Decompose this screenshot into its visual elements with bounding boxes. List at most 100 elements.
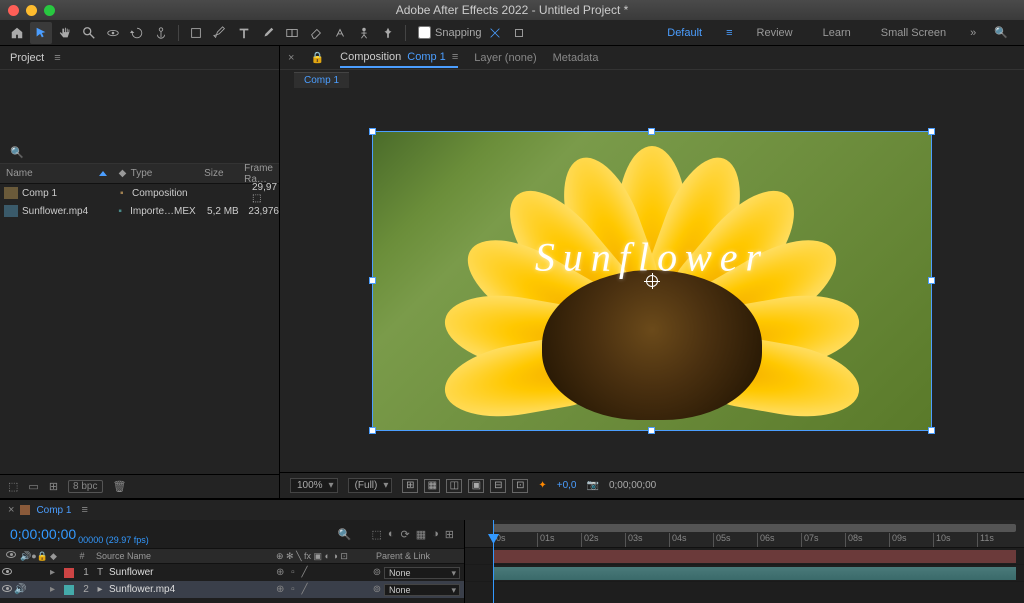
workspace-learn[interactable]: Learn bbox=[817, 25, 857, 41]
workspace-more-icon[interactable]: » bbox=[970, 27, 976, 39]
track-1[interactable] bbox=[465, 548, 1024, 565]
bpc-button[interactable]: 8 bpc bbox=[68, 480, 102, 493]
anchor-tool[interactable] bbox=[150, 22, 172, 44]
project-search-input[interactable] bbox=[24, 145, 269, 160]
workspace-menu-icon[interactable]: ≡ bbox=[726, 27, 732, 39]
zoom-dropdown[interactable]: 100% bbox=[290, 478, 338, 493]
interpret-icon[interactable]: ⬚ bbox=[8, 480, 18, 493]
maximize-window-button[interactable] bbox=[44, 5, 55, 16]
close-window-button[interactable] bbox=[8, 5, 19, 16]
timeline-close-icon[interactable]: × bbox=[8, 504, 14, 516]
tab-menu-icon[interactable]: ≡ bbox=[452, 51, 458, 63]
metadata-tab[interactable]: Metadata bbox=[553, 52, 599, 64]
comp-mini-flowchart-icon[interactable]: ⬚ bbox=[371, 528, 381, 541]
handle-bl[interactable] bbox=[369, 427, 376, 434]
lock-icon[interactable]: 🔒 bbox=[310, 51, 324, 64]
current-timecode[interactable]: 0;00;00;00 bbox=[10, 526, 76, 542]
pickwhip-icon[interactable]: ⊚ bbox=[370, 567, 384, 578]
shape-tool[interactable] bbox=[185, 22, 207, 44]
project-item-comp[interactable]: Comp 1 ▪ Composition 29,97 ⬚ bbox=[0, 184, 279, 202]
timeline-search-icon[interactable]: 🔍 bbox=[338, 528, 352, 541]
roto-tool[interactable] bbox=[329, 22, 351, 44]
col-type[interactable]: Type bbox=[125, 168, 199, 179]
anchor-point-icon[interactable] bbox=[646, 275, 658, 287]
time-ruler[interactable]: 0s01s02s03s04s05s06s07s08s09s10s11s bbox=[465, 520, 1024, 548]
motion-blur-icon[interactable]: ◑ bbox=[432, 528, 439, 541]
handle-tr[interactable] bbox=[928, 128, 935, 135]
eraser-tool[interactable] bbox=[305, 22, 327, 44]
col-label[interactable]: ◆ bbox=[113, 168, 125, 179]
layer-switches[interactable]: ⊕ ▫ ╱ bbox=[270, 584, 370, 595]
home-button[interactable] bbox=[6, 22, 28, 44]
composition-tab[interactable]: Composition Comp 1 ≡ bbox=[340, 51, 458, 68]
snap-option-2[interactable] bbox=[508, 22, 530, 44]
layer-label[interactable] bbox=[64, 568, 74, 578]
type-tool[interactable] bbox=[233, 22, 255, 44]
rotation-tool[interactable] bbox=[126, 22, 148, 44]
guides-icon[interactable]: ⊡ bbox=[512, 479, 528, 493]
grid-icon[interactable]: ⊟ bbox=[490, 479, 506, 493]
folder-icon[interactable]: ▭ bbox=[28, 480, 38, 493]
handle-bm[interactable] bbox=[648, 427, 655, 434]
composition-viewer[interactable]: Sunflower bbox=[280, 90, 1024, 472]
label-col[interactable]: ◆ bbox=[50, 551, 74, 562]
layer-switches[interactable]: ⊕ ▫ ╱ bbox=[270, 567, 370, 578]
snapshot-icon[interactable]: 📷 bbox=[587, 480, 599, 491]
parent-col[interactable]: Parent & Link bbox=[370, 551, 464, 561]
layer-bar-2[interactable] bbox=[493, 567, 1016, 580]
comp-subtab[interactable]: Comp 1 bbox=[294, 72, 349, 88]
transparency-icon[interactable]: ▦ bbox=[424, 479, 440, 493]
comp-canvas[interactable]: Sunflower bbox=[372, 131, 932, 431]
color-mgmt-icon[interactable]: ✦ bbox=[538, 480, 546, 491]
video-toggle[interactable] bbox=[0, 584, 14, 595]
minimize-window-button[interactable] bbox=[26, 5, 37, 16]
parent-dropdown[interactable]: None bbox=[384, 567, 460, 579]
twirl-icon[interactable]: ▸ bbox=[50, 584, 60, 595]
mask-icon[interactable]: ◫ bbox=[446, 479, 462, 493]
timeline-tab-name[interactable]: Comp 1 bbox=[36, 505, 71, 516]
draft3d-icon[interactable]: ◐ bbox=[388, 528, 395, 541]
zoom-tool[interactable] bbox=[78, 22, 100, 44]
parent-dropdown[interactable]: None bbox=[384, 584, 460, 596]
snapping-checkbox[interactable] bbox=[418, 26, 431, 39]
workspace-review[interactable]: Review bbox=[751, 25, 799, 41]
layer-row-2[interactable]: 🔊 ▸ 2 ▸ Sunflower.mp4 ⊕ ▫ ╱ ⊚ None bbox=[0, 581, 464, 598]
clone-tool[interactable] bbox=[281, 22, 303, 44]
shy-icon[interactable]: ⟳ bbox=[401, 528, 410, 541]
timeline-menu-icon[interactable]: ≡ bbox=[81, 504, 87, 516]
col-size[interactable]: Size bbox=[198, 168, 238, 179]
fast-preview-icon[interactable]: ⊞ bbox=[402, 479, 418, 493]
audio-toggle[interactable]: 🔊 bbox=[14, 584, 28, 595]
source-name-col[interactable]: Source Name bbox=[90, 551, 270, 561]
timeline-tracks[interactable] bbox=[465, 548, 1024, 603]
playhead[interactable] bbox=[493, 520, 494, 603]
handle-tl[interactable] bbox=[369, 128, 376, 135]
twirl-icon[interactable]: ▸ bbox=[50, 567, 60, 578]
project-item-footage[interactable]: Sunflower.mp4 ▪ Importe…MEX 5,2 MB 23,97… bbox=[0, 202, 279, 220]
trash-icon[interactable]: 🗑 bbox=[113, 480, 127, 493]
workspace-default[interactable]: Default bbox=[661, 25, 708, 41]
project-panel-tab[interactable]: Project ≡ bbox=[0, 46, 279, 70]
snap-option-1[interactable] bbox=[484, 22, 506, 44]
layer-label[interactable] bbox=[64, 585, 74, 595]
work-area-bar[interactable] bbox=[493, 524, 1016, 532]
pickwhip-icon[interactable]: ⊚ bbox=[370, 584, 384, 595]
search-help-icon[interactable]: 🔍 bbox=[994, 26, 1008, 39]
workspace-small-screen[interactable]: Small Screen bbox=[875, 25, 952, 41]
handle-tm[interactable] bbox=[648, 128, 655, 135]
handle-mr[interactable] bbox=[928, 277, 935, 284]
exposure-value[interactable]: +0,0 bbox=[557, 480, 577, 491]
layer-name[interactable]: Sunflower bbox=[109, 567, 270, 578]
puppet-tool[interactable] bbox=[353, 22, 375, 44]
panel-menu-icon[interactable]: ≡ bbox=[54, 52, 60, 64]
region-icon[interactable]: ▣ bbox=[468, 479, 484, 493]
selection-tool[interactable] bbox=[30, 22, 52, 44]
graph-editor-icon[interactable]: ⊞ bbox=[445, 528, 454, 541]
handle-ml[interactable] bbox=[369, 277, 376, 284]
layer-name[interactable]: Sunflower.mp4 bbox=[109, 584, 270, 595]
frame-blend-icon[interactable]: ▦ bbox=[416, 528, 426, 541]
handle-br[interactable] bbox=[928, 427, 935, 434]
col-name[interactable]: Name bbox=[0, 168, 113, 179]
layer-row-1[interactable]: ▸ 1 T Sunflower ⊕ ▫ ╱ ⊚ None bbox=[0, 564, 464, 581]
pen-tool[interactable] bbox=[209, 22, 231, 44]
